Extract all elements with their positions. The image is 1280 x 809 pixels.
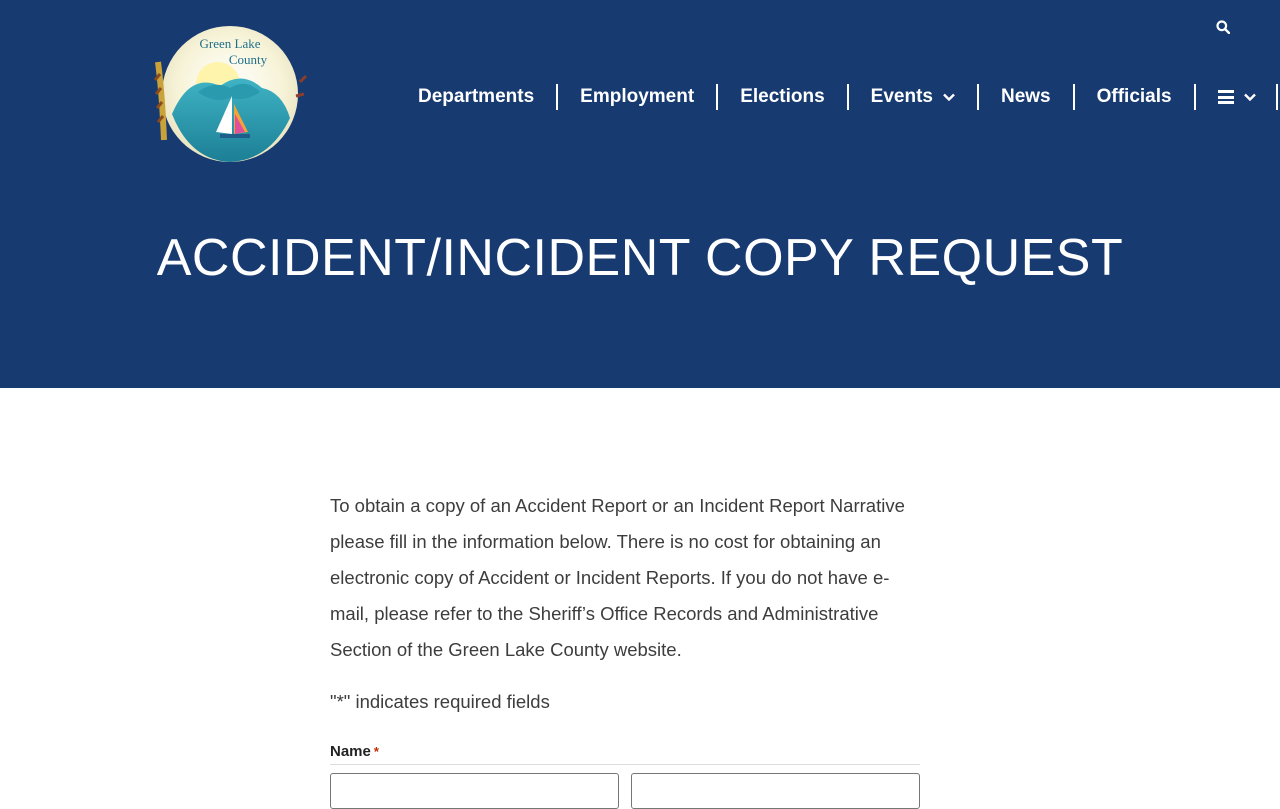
nav-item-departments[interactable]: Departments	[396, 84, 559, 110]
county-logo[interactable]: Green Lake County	[150, 22, 310, 172]
search-icon	[1216, 20, 1230, 34]
nav-item-news[interactable]: News	[979, 84, 1075, 110]
name-label-text: Name	[330, 743, 371, 760]
intro-paragraph: To obtain a copy of an Accident Report o…	[330, 495, 905, 660]
nav-more-menu[interactable]	[1196, 84, 1278, 110]
main-content: To obtain a copy of an Accident Report o…	[330, 488, 920, 809]
name-field-row	[330, 773, 920, 809]
nav-item-label: Officials	[1096, 86, 1172, 107]
chevron-down-icon	[1243, 93, 1256, 101]
name-field-label: Name *	[330, 743, 920, 765]
chevron-down-icon	[943, 93, 955, 101]
nav-item-events[interactable]: Events	[849, 84, 979, 110]
logo-text-line1: Green Lake	[200, 36, 261, 51]
nav-item-label: Events	[870, 86, 933, 107]
required-mark: *	[373, 744, 379, 759]
nav-item-officials[interactable]: Officials	[1075, 84, 1196, 110]
search-button[interactable]	[1212, 16, 1234, 38]
required-fields-note: "*" indicates required fields	[330, 691, 550, 712]
page-title: ACCIDENT/INCIDENT COPY REQUEST	[156, 229, 1124, 287]
nav-item-elections[interactable]: Elections	[718, 84, 849, 110]
first-name-input[interactable]	[330, 773, 619, 809]
nav-item-label: Employment	[580, 86, 695, 107]
nav-item-label: Departments	[418, 86, 535, 107]
site-header: Green Lake County Departments Employment…	[0, 0, 1280, 388]
hamburger-icon	[1217, 90, 1234, 104]
last-name-input[interactable]	[631, 773, 920, 809]
nav-item-employment[interactable]: Employment	[558, 84, 719, 110]
nav-item-label: News	[1000, 86, 1051, 107]
nav-item-label: Elections	[740, 86, 825, 107]
main-nav: Departments Employment Elections Events …	[396, 82, 1278, 112]
logo-text-line2: County	[229, 52, 268, 67]
